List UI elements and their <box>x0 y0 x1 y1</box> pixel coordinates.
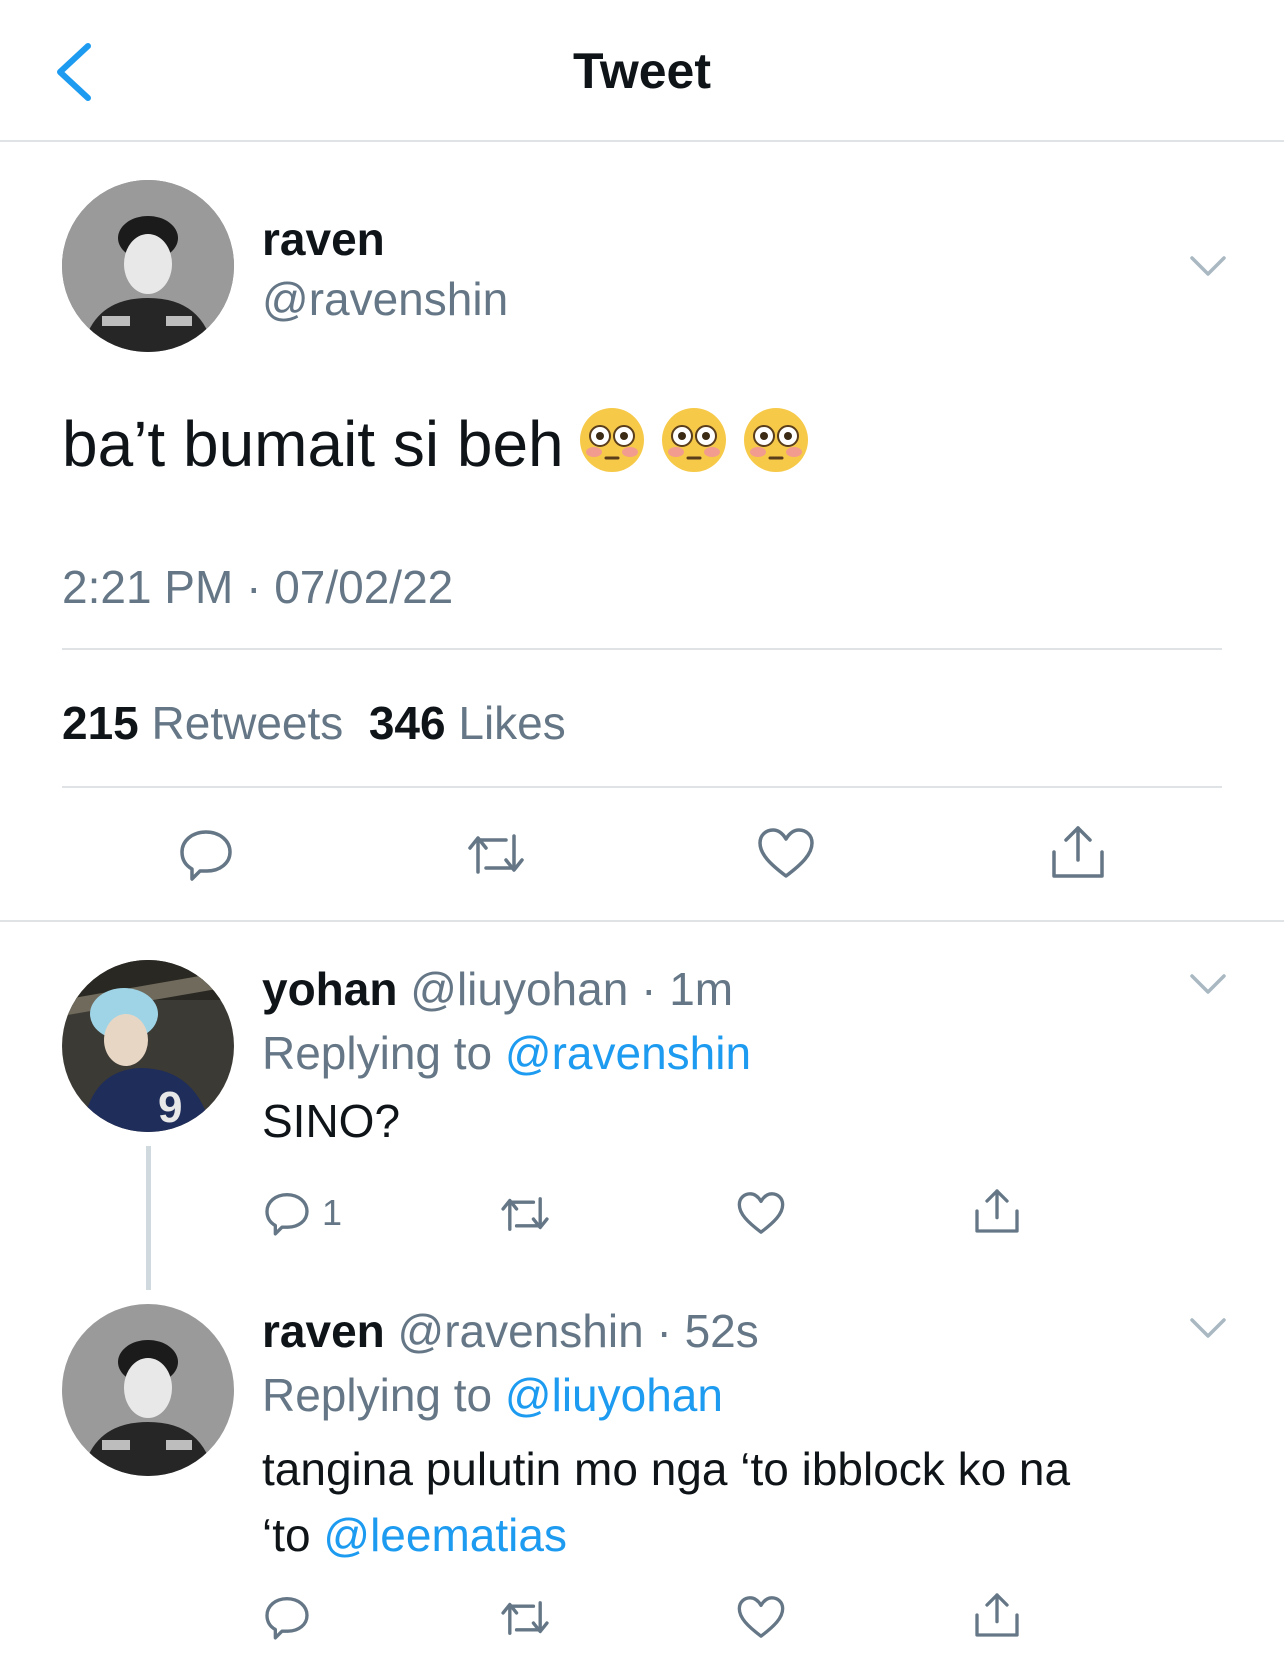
replying-to-label: Replying to <box>262 1027 493 1079</box>
avatar-photo <box>62 1304 234 1476</box>
share-icon[interactable] <box>972 1590 1022 1640</box>
tweet-body: ba’t bumait si beh <box>62 406 810 481</box>
reply-author-handle[interactable]: @liuyohan <box>410 963 628 1015</box>
retweets-label: Retweets <box>151 697 344 749</box>
chevron-down-icon[interactable] <box>1186 968 1230 998</box>
reply-text: SINO? <box>262 1095 401 1147</box>
likes-count: 346 <box>368 697 446 749</box>
chevron-down-icon[interactable] <box>1186 1312 1230 1342</box>
tweet-timestamp[interactable]: 2:21 PM · 07/02/22 <box>62 560 453 614</box>
retweets-count: 215 <box>62 697 139 749</box>
share-icon[interactable] <box>1048 822 1108 882</box>
reply-author-handle[interactable]: @ravenshin <box>398 1305 644 1357</box>
reply-author-name[interactable]: raven <box>262 1305 385 1357</box>
mention-link[interactable]: @leematias <box>323 1509 567 1561</box>
divider <box>0 920 1284 922</box>
reply-text-line: tangina pulutin mo nga ‘to ibblock ko na <box>262 1443 1071 1495</box>
reply-text-prefix: ‘to <box>262 1509 311 1561</box>
retweet-icon[interactable] <box>498 1596 552 1640</box>
page-title: Tweet <box>573 43 711 99</box>
chevron-down-icon[interactable] <box>1186 250 1230 280</box>
replying-to-label: Replying to <box>262 1369 493 1421</box>
reply-icon[interactable] <box>262 1188 312 1238</box>
nav-header: Tweet <box>0 0 1284 142</box>
tweet-text: ba’t bumait si beh <box>62 408 564 480</box>
reply-header: raven @ravenshin · 52s <box>262 1304 759 1358</box>
share-icon[interactable] <box>972 1186 1022 1236</box>
retweets-stat[interactable]: 215 Retweets <box>62 697 343 749</box>
flushed-face-emoji-icon <box>579 408 644 472</box>
like-heart-icon[interactable] <box>736 1190 786 1236</box>
reply-header: yohan @liuyohan · 1m <box>262 962 733 1016</box>
reply-author-name[interactable]: yohan <box>262 963 397 1015</box>
replying-to-line: Replying to @ravenshin <box>262 1026 751 1080</box>
replying-to-mention[interactable]: @ravenshin <box>505 1027 751 1079</box>
reply-text: tangina pulutin mo nga ‘to ibblock ko na… <box>262 1436 1222 1568</box>
reply-count: 1 <box>322 1192 343 1233</box>
reply-time: · 1m <box>641 963 734 1015</box>
tweet-author-handle[interactable]: @ravenshin <box>262 272 508 326</box>
avatar[interactable] <box>62 1304 234 1476</box>
reply-icon[interactable] <box>262 1592 312 1642</box>
flushed-face-emoji-icon <box>743 408 808 472</box>
thread-connector-line <box>146 1146 151 1290</box>
flushed-face-emoji-icon <box>661 408 726 472</box>
replying-to-line: Replying to @liuyohan <box>262 1368 723 1422</box>
tweet-stats: 215 Retweets 346 Likes <box>62 696 566 750</box>
reply-icon[interactable] <box>176 824 236 884</box>
replying-to-mention[interactable]: @liuyohan <box>505 1369 723 1421</box>
likes-stat[interactable]: 346 Likes <box>369 697 566 749</box>
avatar[interactable]: 9 <box>62 960 234 1132</box>
divider <box>62 786 1222 788</box>
avatar[interactable] <box>62 180 234 352</box>
like-heart-icon[interactable] <box>756 826 816 880</box>
divider <box>62 648 1222 650</box>
reply-time: · 52s <box>656 1305 759 1357</box>
tweet-author-name[interactable]: raven <box>262 212 385 266</box>
like-heart-icon[interactable] <box>736 1594 786 1640</box>
avatar-photo: 9 <box>62 960 234 1132</box>
avatar-photo <box>62 180 234 352</box>
likes-label: Likes <box>458 697 566 749</box>
reply-text-line: ‘to @leematias <box>262 1502 1222 1568</box>
retweet-icon[interactable] <box>498 1192 552 1236</box>
svg-text:9: 9 <box>158 1083 182 1132</box>
retweet-icon[interactable] <box>464 828 528 880</box>
